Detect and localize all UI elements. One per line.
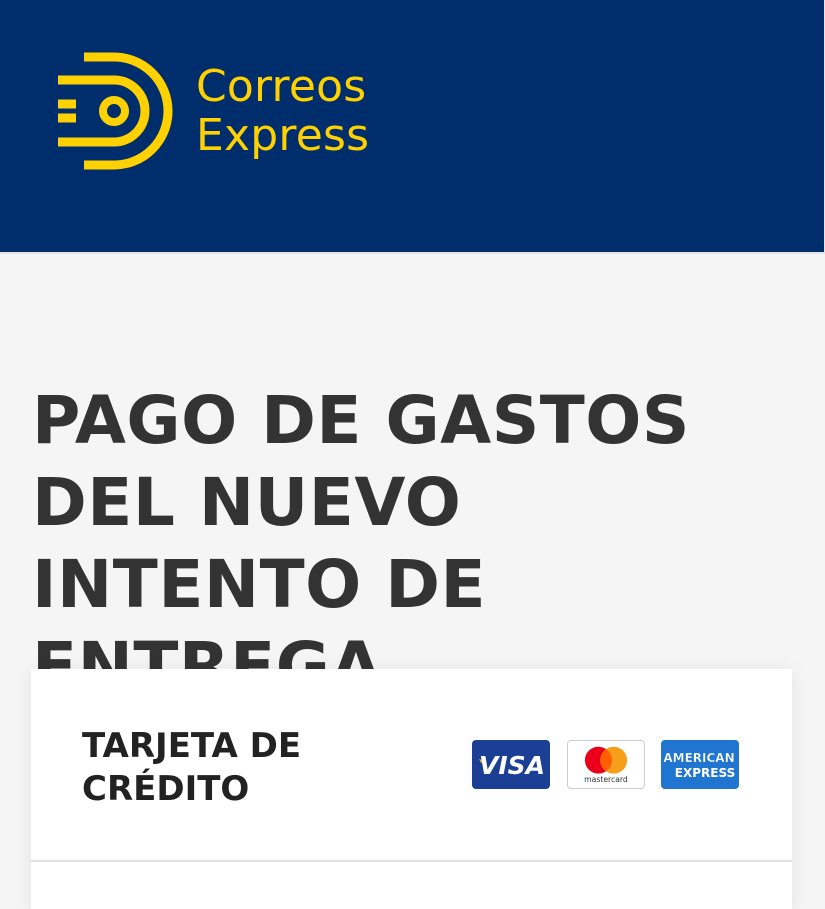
- amex-label-line-1: AMERICAN: [663, 751, 734, 765]
- payment-card: TARJETA DE CRÉDITO VISA mastercard AMERI…: [31, 669, 792, 909]
- visa-label: VISA: [479, 751, 545, 780]
- amex-label-line-2: EXPRESS: [675, 766, 735, 780]
- site-header: Correos Express: [0, 0, 825, 252]
- correos-express-logo[interactable]: Correos Express: [54, 52, 369, 170]
- page-title: PAGO DE GASTOS DEL NUEVO INTENTO DE ENTR…: [32, 382, 690, 705]
- logo-wordmark: Correos Express: [196, 62, 369, 160]
- mastercard-icon: mastercard: [567, 740, 645, 789]
- visa-icon: VISA: [472, 740, 550, 789]
- logo-line-1: Correos: [196, 61, 367, 112]
- logo-line-2: Express: [196, 110, 370, 161]
- payment-method-title: TARJETA DE CRÉDITO: [82, 726, 302, 809]
- header-divider: [0, 252, 825, 254]
- amex-icon: AMERICAN EXPRESS: [661, 740, 739, 789]
- payment-method-row[interactable]: TARJETA DE CRÉDITO VISA mastercard AMERI…: [31, 669, 792, 862]
- mastercard-label: mastercard: [584, 775, 628, 784]
- correos-express-logo-icon: [58, 52, 173, 170]
